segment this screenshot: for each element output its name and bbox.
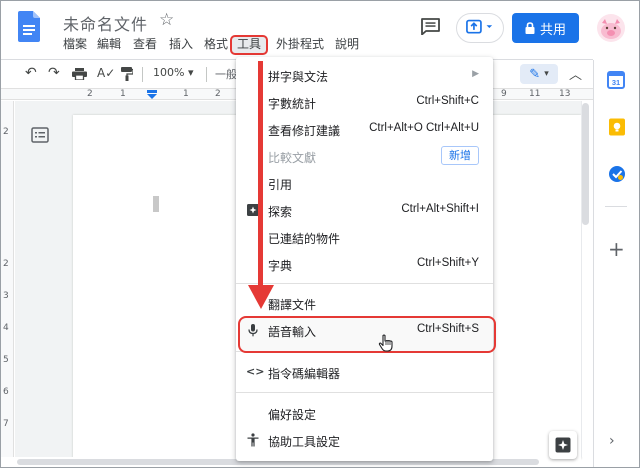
keep-icon[interactable] [608, 118, 626, 136]
toolbar-separator [206, 67, 207, 82]
explore-icon [555, 437, 571, 453]
chevron-right-icon[interactable]: › [609, 433, 615, 449]
ruler-number: 9 [501, 89, 507, 99]
menu-help[interactable]: 說明 [335, 36, 359, 56]
menu-item-shortcut: Ctrl+Alt+Shift+I [401, 203, 479, 215]
menu-item-accessibility-settings[interactable]: 協助工具設定 [236, 427, 493, 454]
menu-edit[interactable]: 編輯 [97, 36, 121, 56]
pencil-icon: ✎ [529, 66, 541, 82]
calendar-icon[interactable]: 31 [607, 71, 625, 89]
menu-item-label: 查看修訂建議 [268, 124, 341, 138]
ruler-number: 1 [183, 89, 189, 99]
comment-icon[interactable] [421, 18, 440, 35]
zoom-select[interactable]: 100% ▾ [153, 66, 193, 79]
docs-icon[interactable] [18, 11, 40, 42]
ruler-number: 4 [3, 323, 9, 333]
menu-addons[interactable]: 外掛程式 [276, 36, 324, 56]
document-title[interactable]: 未命名文件 [63, 11, 148, 35]
lock-icon [525, 22, 535, 34]
menu-file[interactable]: 檔案 [63, 36, 87, 56]
paint-format-icon[interactable] [121, 67, 133, 81]
menu-item-label: 偏好設定 [268, 408, 317, 422]
menu-view[interactable]: 查看 [133, 36, 157, 56]
avatar-pig-icon [601, 19, 621, 39]
add-addon-icon[interactable]: + [608, 237, 625, 261]
share-label: 共用 [539, 22, 566, 38]
scrollbar-thumb[interactable] [582, 103, 589, 225]
menu-item-label: 字數統計 [268, 97, 317, 111]
side-panel-divider [605, 206, 627, 207]
style-select[interactable]: 一般 [215, 66, 237, 82]
menu-item-label: 比較文獻 [268, 151, 317, 165]
code-icon: <> [246, 365, 265, 378]
submenu-arrow-icon: ▶ [472, 69, 479, 79]
menu-separator [236, 392, 493, 393]
docs-window: 未命名文件 ☆ 檔案 編輯 查看 插入 格式 工具 外掛程式 說明 共用 ↶ ↷… [0, 0, 640, 468]
menu-item-label: 翻譯文件 [268, 298, 317, 312]
star-icon[interactable]: ☆ [159, 10, 174, 30]
menu-format[interactable]: 格式 [204, 36, 228, 56]
menu-insert[interactable]: 插入 [169, 36, 193, 56]
ruler-number: 5 [3, 355, 9, 365]
ruler-number: 1 [120, 89, 126, 99]
accessibility-icon [247, 433, 259, 447]
explore-button[interactable] [549, 431, 577, 459]
vertical-ruler[interactable]: 2 2 3 4 5 6 7 [1, 101, 14, 457]
zoom-value: 100% [153, 66, 185, 79]
avatar[interactable] [597, 14, 625, 42]
chevron-up-icon[interactable]: ︿ [569, 64, 582, 83]
menu-item-shortcut: Ctrl+Shift+C [416, 95, 479, 107]
share-button[interactable]: 共用 [512, 13, 579, 43]
menu-item-label: 拼字與文法 [268, 70, 329, 84]
indent-marker-icon[interactable] [147, 90, 157, 99]
print-icon[interactable] [72, 68, 87, 80]
ruler-number: 3 [3, 291, 9, 301]
undo-icon[interactable]: ↶ [25, 65, 37, 81]
tasks-icon[interactable] [608, 165, 626, 183]
ruler-number: 2 [3, 259, 9, 269]
menu-item-script-editor[interactable]: <> 指令碼編輯器 [236, 359, 493, 386]
ruler-number: 13 [559, 89, 571, 99]
hand-pointer-icon [378, 334, 393, 352]
chevron-down-icon: ▾ [544, 69, 549, 79]
move-to-drive-icon [466, 19, 493, 34]
ruler-number: 2 [87, 89, 93, 99]
editing-mode-button[interactable]: ✎ ▾ [520, 64, 558, 84]
svg-text:31: 31 [612, 78, 620, 87]
ruler-number: 2 [3, 127, 9, 137]
menu-item-label: 協助工具設定 [268, 435, 341, 449]
menu-item-preferences[interactable]: 偏好設定 [236, 400, 493, 427]
toolbar-separator [142, 67, 143, 82]
ruler-number: 6 [3, 387, 9, 397]
redo-icon[interactable]: ↷ [48, 65, 60, 81]
ruler-number: 11 [529, 89, 541, 99]
spellcheck-icon[interactable]: A✓ [97, 66, 115, 80]
menu-item-shortcut: Ctrl+Alt+O Ctrl+Alt+U [369, 122, 479, 134]
red-arrow-annotation [248, 61, 274, 309]
menu-tools[interactable]: 工具 [230, 35, 269, 55]
new-badge: 新增 [441, 146, 479, 165]
menu-item-label: 已連結的物件 [268, 232, 341, 246]
menu-item-label: 指令碼編輯器 [268, 367, 341, 381]
ruler-number: 2 [215, 89, 221, 99]
voice-typing-highlight-box [238, 316, 496, 353]
document-outline-icon[interactable] [31, 127, 49, 143]
text-cursor [153, 196, 159, 212]
menu-item-shortcut: Ctrl+Shift+Y [417, 257, 479, 269]
move-to-drive-button[interactable] [456, 13, 504, 43]
ruler-number: 7 [3, 419, 9, 429]
